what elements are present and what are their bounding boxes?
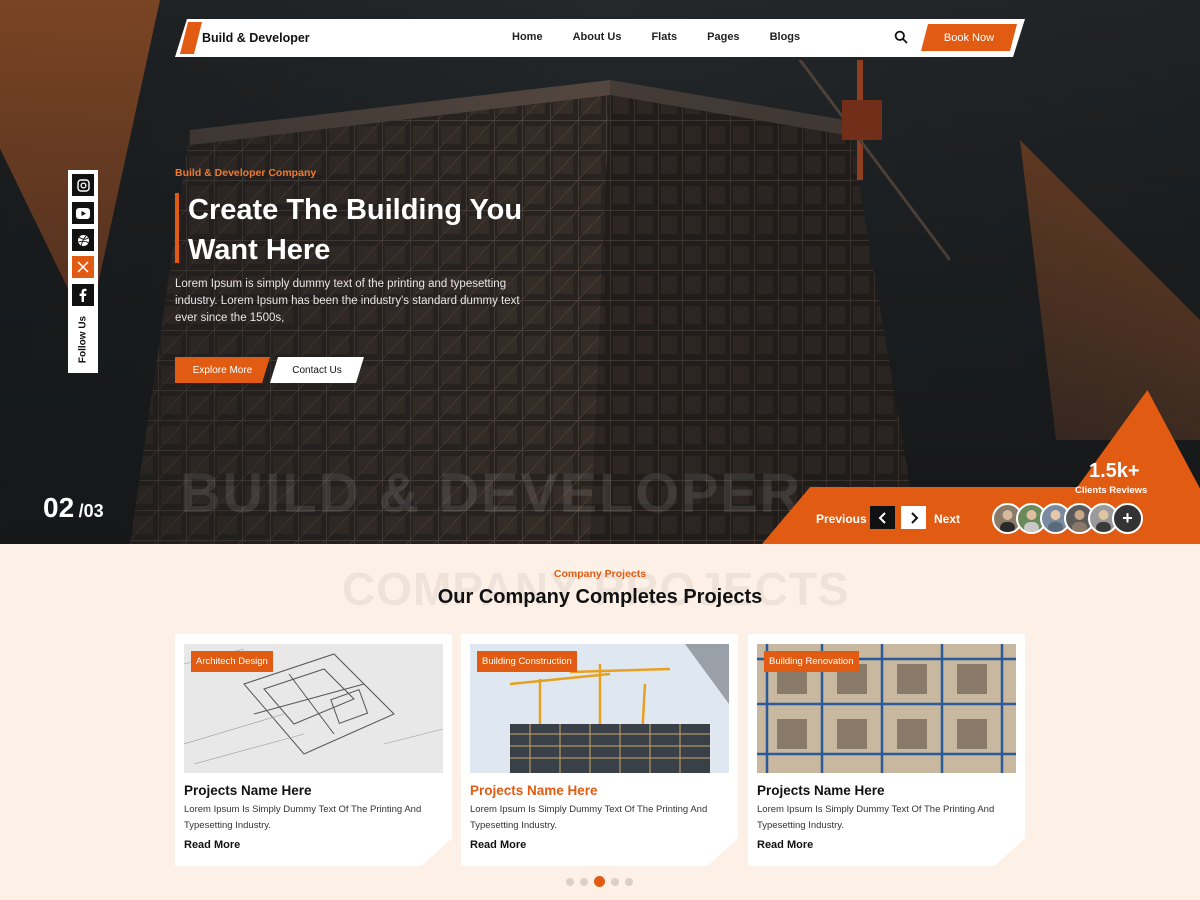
hero-title: Create The Building You Want Here bbox=[188, 190, 588, 270]
reviews-label: Clients Reviews bbox=[1075, 485, 1148, 496]
explore-more-button[interactable]: Explore More bbox=[175, 357, 270, 383]
carousel-dot[interactable] bbox=[566, 877, 574, 886]
x-icon[interactable] bbox=[72, 256, 94, 278]
contact-us-button[interactable]: Contact Us bbox=[270, 357, 364, 383]
slide-total: /03 bbox=[78, 501, 104, 521]
nav-link-flats[interactable]: Flats bbox=[651, 31, 677, 43]
project-card[interactable]: Building Construction Projects Name Here… bbox=[461, 634, 738, 866]
card-title[interactable]: Projects Name Here bbox=[470, 783, 598, 798]
nav-link-pages[interactable]: Pages bbox=[707, 31, 739, 43]
carousel-dot[interactable] bbox=[611, 877, 619, 886]
card-category-tag: Building Renovation bbox=[764, 651, 859, 672]
search-icon[interactable] bbox=[894, 30, 908, 44]
next-slide-label[interactable]: Next bbox=[934, 512, 960, 526]
chevron-left-icon bbox=[878, 511, 886, 524]
follow-us-label: Follow Us bbox=[77, 315, 89, 364]
project-card[interactable]: Architech Design Projects Name Here Lore… bbox=[175, 634, 452, 866]
projects-kicker: Company Projects bbox=[553, 568, 647, 580]
hero-watermark-text: BUILD & DEVELOPER bbox=[180, 461, 803, 524]
social-sidebar: Follow Us bbox=[68, 170, 98, 373]
slide-current: 02 bbox=[43, 492, 75, 523]
hero-title-accent-bar bbox=[175, 193, 179, 263]
card-category-tag: Architech Design bbox=[191, 651, 273, 672]
carousel-dot[interactable] bbox=[580, 877, 588, 886]
card-description: Lorem Ipsum Is Simply Dummy Text Of The … bbox=[184, 804, 422, 831]
carousel-pagination bbox=[566, 876, 639, 887]
hero-title-line-1: Create The Building You bbox=[188, 194, 523, 226]
project-card[interactable]: Building Renovation Projects Name Here L… bbox=[748, 634, 1025, 866]
hero-kicker: Build & Developer Company bbox=[175, 167, 317, 179]
previous-slide-label[interactable]: Previous bbox=[816, 512, 867, 526]
book-now-button[interactable]: Book Now bbox=[921, 24, 1017, 51]
projects-title: Our Company Completes Projects bbox=[437, 586, 763, 608]
carousel-dot[interactable] bbox=[625, 877, 633, 886]
main-nav: Home About Us Flats Pages Blogs bbox=[512, 31, 830, 43]
read-more-link[interactable]: Read More bbox=[184, 839, 240, 851]
nav-link-blogs[interactable]: Blogs bbox=[770, 31, 801, 43]
hero-description: Lorem Ipsum is simply dummy text of the … bbox=[175, 278, 520, 324]
previous-slide-button[interactable] bbox=[870, 506, 895, 529]
carousel-dot[interactable] bbox=[594, 876, 605, 887]
add-icon[interactable]: + bbox=[1112, 503, 1143, 534]
nav-link-about[interactable]: About Us bbox=[573, 31, 622, 43]
card-title[interactable]: Projects Name Here bbox=[184, 783, 312, 798]
brand-name[interactable]: Build & Developer bbox=[202, 31, 310, 45]
youtube-icon[interactable] bbox=[72, 202, 94, 224]
hero-title-line-2: Want Here bbox=[188, 234, 331, 266]
next-slide-button[interactable] bbox=[901, 506, 926, 529]
read-more-link[interactable]: Read More bbox=[757, 839, 813, 851]
card-description: Lorem Ipsum Is Simply Dummy Text Of The … bbox=[757, 804, 995, 831]
read-more-link[interactable]: Read More bbox=[470, 839, 526, 851]
facebook-icon[interactable] bbox=[72, 284, 94, 306]
card-description: Lorem Ipsum Is Simply Dummy Text Of The … bbox=[470, 804, 708, 831]
chevron-right-icon bbox=[910, 511, 918, 524]
slide-counter: 02 /03 bbox=[43, 492, 104, 524]
dribbble-icon[interactable] bbox=[72, 229, 94, 251]
nav-link-home[interactable]: Home bbox=[512, 31, 543, 43]
instagram-icon[interactable] bbox=[72, 174, 94, 196]
card-title[interactable]: Projects Name Here bbox=[757, 783, 885, 798]
card-category-tag: Building Construction bbox=[477, 651, 577, 672]
reviews-count: 1.5k+ bbox=[1089, 460, 1140, 482]
